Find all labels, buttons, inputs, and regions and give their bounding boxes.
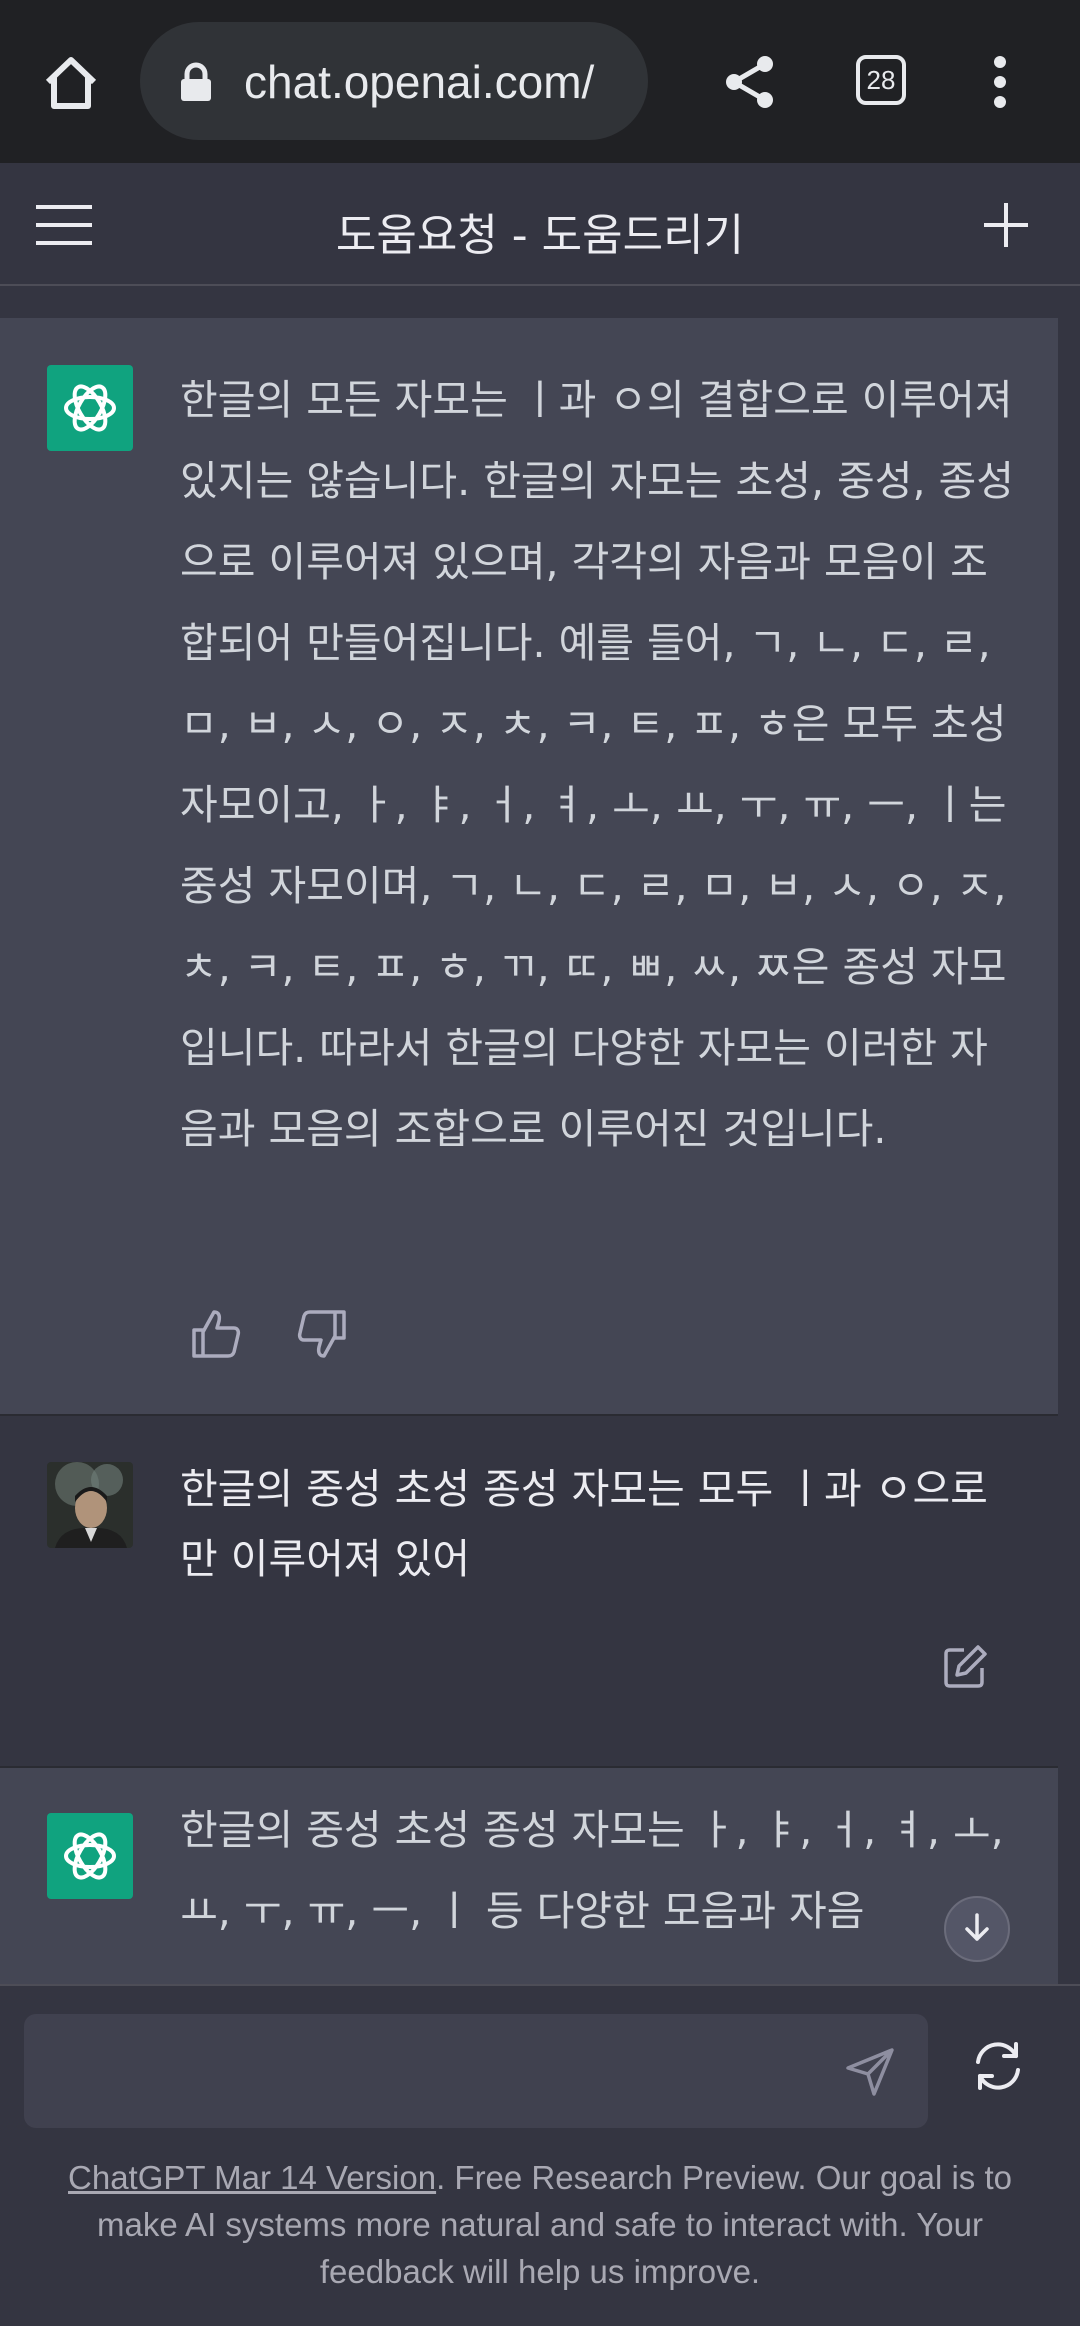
assistant-message: 한글의 중성 초성 종성 자모는 ㅏ, ㅑ, ㅓ, ㅕ, ㅗ, ㅛ, ㅜ, ㅠ,… bbox=[0, 1768, 1058, 1984]
chatgpt-logo-icon bbox=[47, 365, 133, 451]
user-avatar bbox=[47, 1462, 133, 1548]
browser-toolbar: chat.openai.com/ 28 bbox=[0, 0, 1080, 163]
assistant-message: 한글의 모든 자모는 ㅣ과 ㅇ의 결합으로 이루어져 있지는 않습니다. 한글의… bbox=[0, 318, 1058, 1414]
footer-disclaimer: ChatGPT Mar 14 Version. Free Research Pr… bbox=[40, 2154, 1040, 2295]
message-text: 한글의 중성 초성 종성 자모는 모두 ㅣ과 ㅇ으로만 이루어져 있어 bbox=[180, 1465, 988, 1583]
composer-area: ChatGPT Mar 14 Version. Free Research Pr… bbox=[0, 1984, 1080, 2326]
version-link[interactable]: ChatGPT Mar 14 Version bbox=[68, 2159, 436, 2196]
edit-icon[interactable] bbox=[942, 1644, 988, 1690]
user-message: 한글의 중성 초성 종성 자모는 모두 ㅣ과 ㅇ으로만 이루어져 있어 bbox=[0, 1416, 1058, 1766]
share-icon[interactable] bbox=[720, 52, 780, 112]
regenerate-icon[interactable] bbox=[970, 2038, 1026, 2094]
tab-switcher-button[interactable]: 28 bbox=[856, 55, 906, 105]
thumbs-down-icon[interactable] bbox=[296, 1308, 348, 1360]
conversation-title: 도움요청 - 도움드리기 bbox=[335, 210, 745, 261]
message-text: 한글의 모든 자모는 ㅣ과 ㅇ의 결합으로 이루어져 있지는 않습니다. 한글의… bbox=[180, 376, 1014, 1153]
url-bar[interactable]: chat.openai.com/ bbox=[140, 22, 648, 140]
chat-header: 도움요청 - 도움드리기 bbox=[0, 163, 1080, 286]
chatgpt-logo-icon bbox=[47, 1813, 133, 1899]
message-input[interactable] bbox=[24, 2014, 928, 2128]
home-icon[interactable] bbox=[38, 50, 104, 116]
message-text: 한글의 중성 초성 종성 자모는 ㅏ, ㅑ, ㅓ, ㅕ, ㅗ, ㅛ, ㅜ, ㅠ,… bbox=[180, 1806, 1004, 1935]
lock-icon bbox=[178, 62, 214, 102]
new-chat-plus-icon[interactable] bbox=[984, 203, 1028, 247]
scroll-to-bottom-button[interactable] bbox=[944, 1896, 1010, 1962]
url-text: chat.openai.com/ bbox=[244, 56, 595, 108]
thumbs-up-icon[interactable] bbox=[190, 1308, 242, 1360]
more-options-icon[interactable] bbox=[980, 52, 1020, 112]
send-icon[interactable] bbox=[844, 2046, 896, 2098]
